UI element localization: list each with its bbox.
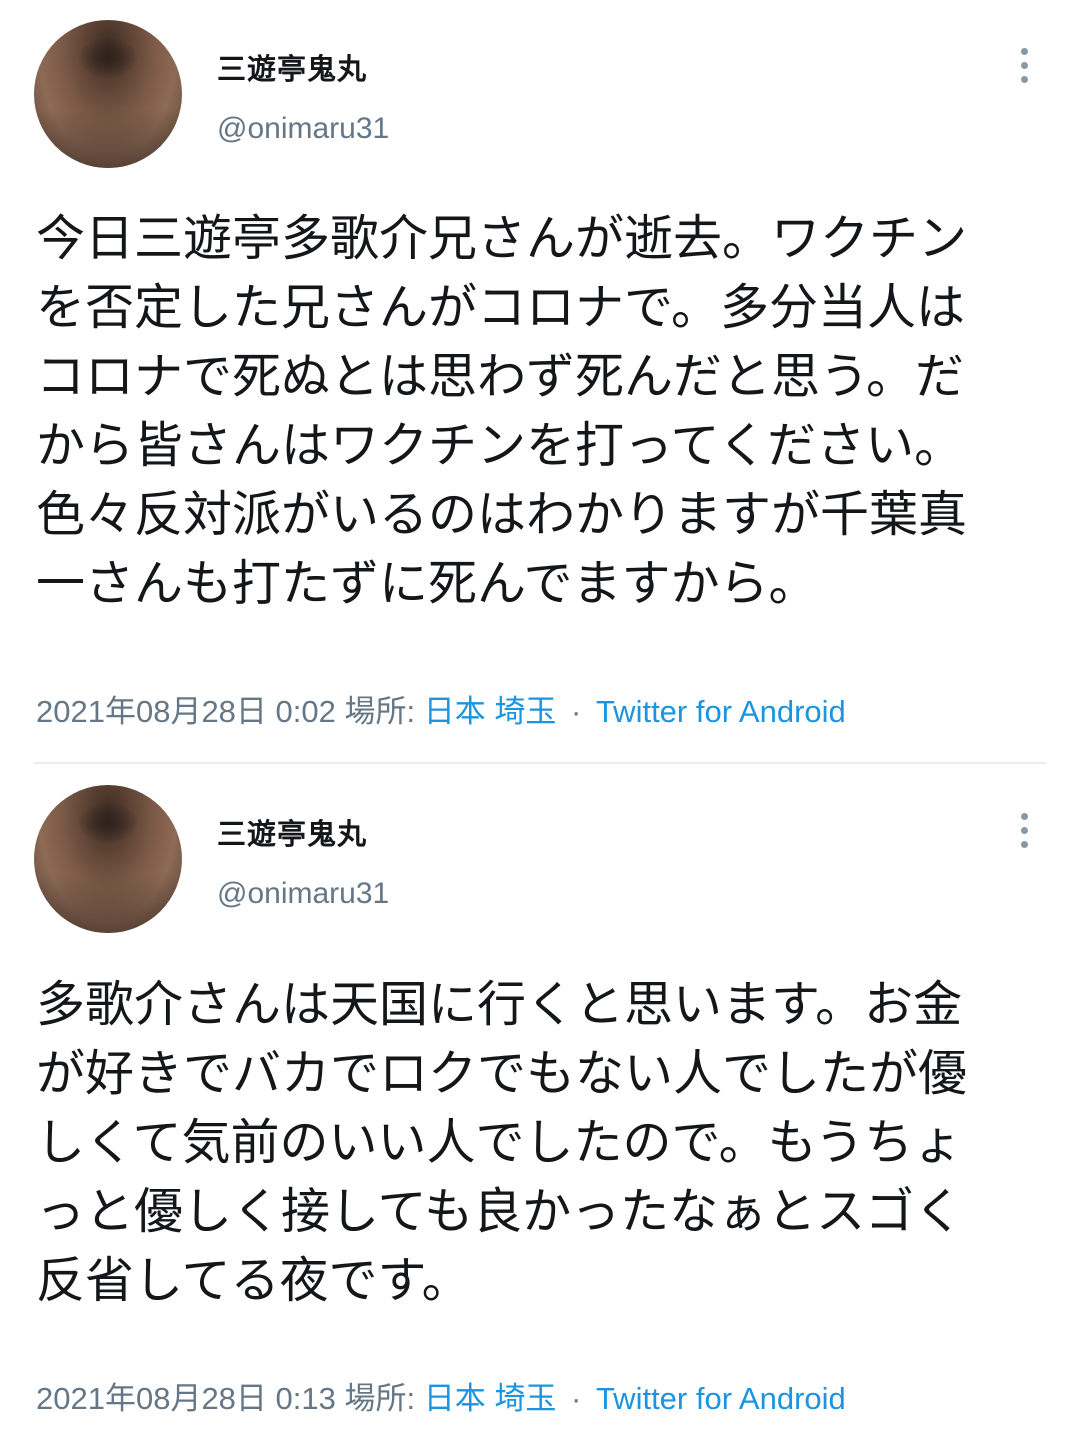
tweet-text-line: しくて気前のいい人でしたので。もうちょ xyxy=(36,1114,963,1171)
timestamp[interactable]: 2021年08月28日 0:13 xyxy=(36,1381,336,1416)
tweet-meta: 2021年08月28日 0:13 場所: 日本 埼玉 · Twitter for… xyxy=(36,1373,846,1418)
source-link[interactable]: Twitter for Android xyxy=(596,1381,846,1416)
tweet-text-line: 今日三遊亭多歌介兄さんが逝去。ワクチン xyxy=(36,210,968,267)
tweet-text-line: 多歌介さんは天国に行くと思います。お金 xyxy=(36,976,963,1033)
tweet[interactable]: 三遊亭鬼丸 @onimaru31 多歌介さんは天国に行くと思います。お金 が好き… xyxy=(0,765,1080,1440)
avatar-image-detail xyxy=(79,38,137,78)
tweet-text-line: が好きでバカでロクでもない人でしたが優 xyxy=(36,1045,968,1102)
meta-separator: · xyxy=(571,1381,582,1416)
avatar[interactable] xyxy=(34,785,182,933)
tweet-text-line: 色々反対派がいるのはわかりますが千葉真 xyxy=(36,486,968,543)
tweet-text: 今日三遊亭多歌介兄さんが逝去。ワクチン を否定した兄さんがコロナで。多分当人は … xyxy=(36,204,1046,618)
location-link[interactable]: 日本 埼玉 xyxy=(424,1381,557,1416)
divider xyxy=(34,762,1046,764)
location-label: 場所: xyxy=(344,1381,416,1416)
tweet-text-line: 一さんも打たずに死んでますから。 xyxy=(36,555,818,612)
avatar-image-shade xyxy=(34,873,182,933)
avatar-image-shade xyxy=(34,108,182,168)
more-options-button[interactable] xyxy=(1010,805,1040,855)
user-handle[interactable]: @onimaru31 xyxy=(217,877,389,911)
location-label: 場所: xyxy=(344,694,416,729)
avatar[interactable] xyxy=(34,20,182,168)
tweet-text-line: 反省してる夜です。 xyxy=(36,1252,471,1309)
tweet-text-line: コロナで死ぬとは思わず死んだと思う。だ xyxy=(36,348,965,405)
display-name[interactable]: 三遊亭鬼丸 xyxy=(217,811,367,853)
more-options-button[interactable] xyxy=(1010,40,1040,90)
tweet-text-line: を否定した兄さんがコロナで。多分当人は xyxy=(36,279,966,336)
avatar-image-detail xyxy=(79,803,137,843)
tweet-text: 多歌介さんは天国に行くと思います。お金 が好きでバカでロクでもない人でしたが優 … xyxy=(36,970,1046,1315)
display-name[interactable]: 三遊亭鬼丸 xyxy=(217,46,367,88)
tweet[interactable]: 三遊亭鬼丸 @onimaru31 今日三遊亭多歌介兄さんが逝去。ワクチン を否定… xyxy=(0,0,1080,762)
meta-separator: · xyxy=(571,694,582,729)
tweet-text-line: っと優しく接しても良かったなぁとスゴく xyxy=(36,1183,964,1240)
location-link[interactable]: 日本 埼玉 xyxy=(424,694,557,729)
timestamp[interactable]: 2021年08月28日 0:02 xyxy=(36,694,336,729)
tweet-meta: 2021年08月28日 0:02 場所: 日本 埼玉 · Twitter for… xyxy=(36,686,846,731)
tweet-text-line: から皆さんはワクチンを打ってください。 xyxy=(36,417,964,474)
source-link[interactable]: Twitter for Android xyxy=(596,694,846,729)
user-handle[interactable]: @onimaru31 xyxy=(217,112,389,146)
